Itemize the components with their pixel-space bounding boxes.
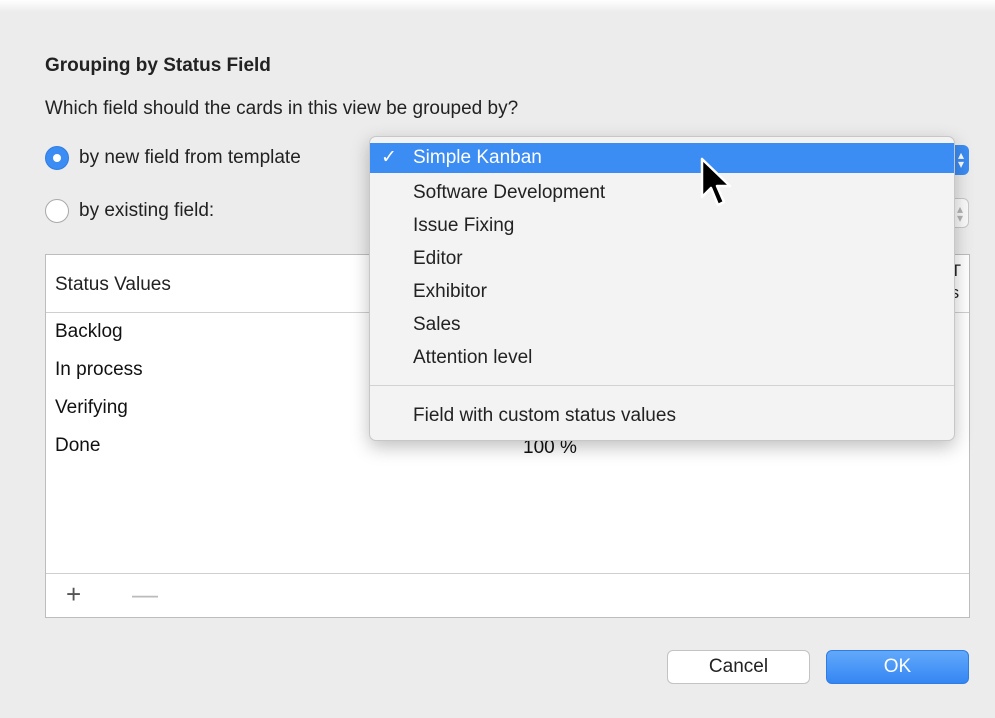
- add-status-button[interactable]: +: [66, 580, 81, 608]
- menu-item-exhibitor[interactable]: Exhibitor: [370, 277, 954, 307]
- table-row[interactable]: Backlog: [55, 321, 123, 343]
- radio-template-label[interactable]: by new field from template: [79, 147, 301, 169]
- radio-selected-icon[interactable]: [45, 146, 69, 170]
- menu-item-sales[interactable]: Sales: [370, 310, 954, 340]
- dialog-question: Which field should the cards in this vie…: [45, 98, 519, 119]
- table-row[interactable]: In process: [55, 359, 143, 381]
- column-header-status-values[interactable]: Status Values: [55, 274, 171, 296]
- radio-existing-label[interactable]: by existing field:: [79, 200, 214, 222]
- radio-existing-option[interactable]: by existing field:: [45, 199, 214, 223]
- menu-item-custom-status[interactable]: Field with custom status values: [370, 401, 954, 431]
- mouse-pointer-icon: [700, 157, 732, 207]
- menu-item-software-development[interactable]: Software Development: [370, 178, 954, 208]
- checkmark-icon: ✓: [381, 147, 397, 168]
- dialog-title: Grouping by Status Field: [45, 55, 271, 76]
- menu-item-simple-kanban[interactable]: ✓ Simple Kanban: [370, 143, 954, 173]
- window-top-edge: [0, 0, 995, 12]
- table-row[interactable]: Verifying: [55, 397, 128, 419]
- radio-unselected-icon[interactable]: [45, 199, 69, 223]
- menu-item-issue-fixing[interactable]: Issue Fixing: [370, 211, 954, 241]
- cancel-button[interactable]: Cancel: [667, 650, 810, 684]
- menu-item-label: Simple Kanban: [413, 147, 542, 168]
- up-down-chevron-icon: ▴ ▾: [956, 202, 963, 225]
- table-footer: + —: [46, 573, 969, 617]
- menu-item-attention-level[interactable]: Attention level: [370, 343, 954, 373]
- menu-separator: [370, 385, 954, 386]
- menu-item-editor[interactable]: Editor: [370, 244, 954, 274]
- radio-template-option[interactable]: by new field from template: [45, 146, 301, 170]
- ok-button[interactable]: OK: [826, 650, 969, 684]
- table-row[interactable]: Done: [55, 435, 100, 457]
- remove-status-button[interactable]: —: [132, 580, 158, 608]
- template-dropdown-menu: ✓ Simple Kanban Software Development Iss…: [369, 136, 955, 441]
- up-down-chevron-icon: ▴ ▾: [957, 148, 964, 171]
